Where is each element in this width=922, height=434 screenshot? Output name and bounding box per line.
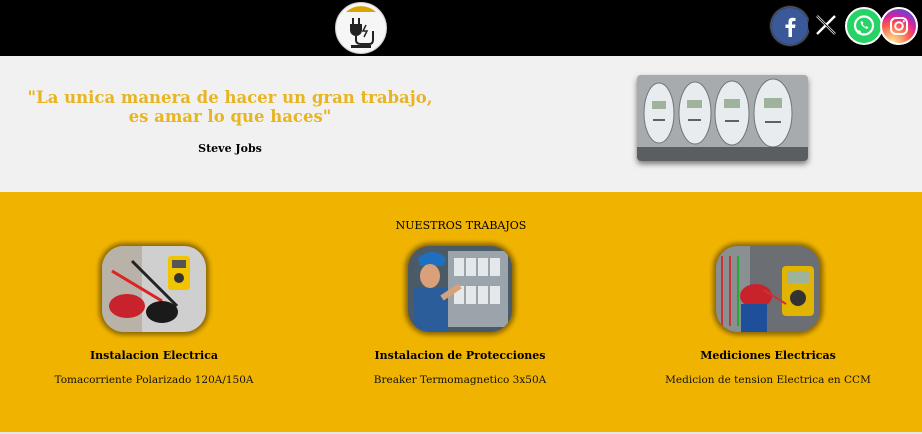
card-description: Breaker Termomagnetico 3x50A [373,374,547,386]
facebook-icon[interactable] [771,7,809,45]
card-description: Tomacorriente Polarizado 120A/150A [54,374,254,386]
top-header [0,0,922,56]
card-title: Instalacion de Protecciones [374,349,546,362]
x-icon[interactable] [808,7,844,43]
quote-text: "La unica manera de hacer un gran trabaj… [27,88,433,126]
electrician-panel-photo [408,246,512,332]
electric-meters-image [637,75,808,161]
quote-section: "La unica manera de hacer un gran trabaj… [0,56,922,192]
voltage-measurement-photo [716,246,820,332]
multimeter-photo [102,246,206,332]
card-title: Instalacion Electrica [89,349,219,362]
plug-logo-icon[interactable] [335,2,387,54]
quote-author: Steve Jobs [198,142,262,155]
instagram-icon[interactable] [880,7,918,45]
card-title: Mediciones Electricas [700,349,836,362]
whatsapp-icon[interactable] [845,7,883,45]
card-description: Medicion de tension Electrica en CCM [665,374,871,386]
section-title: NUESTROS TRABAJOS [395,219,527,232]
works-section: NUESTROS TRABAJOS Instalacion Electrica … [0,192,922,432]
